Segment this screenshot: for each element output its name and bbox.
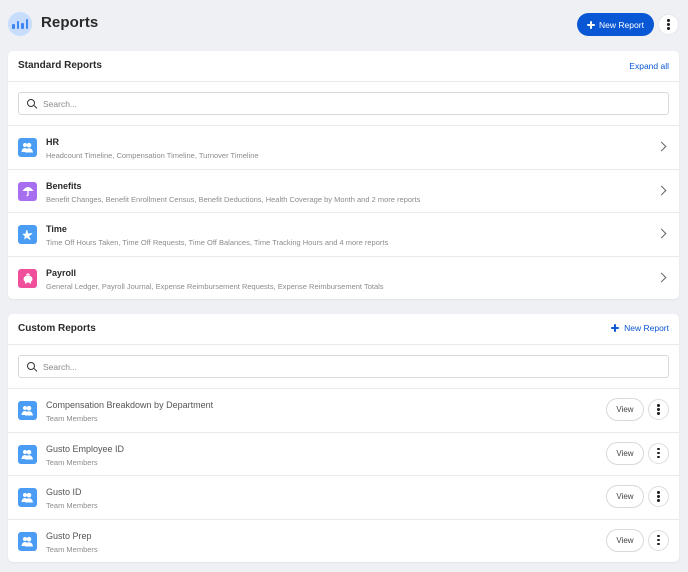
standard-search-box[interactable] (18, 92, 669, 115)
custom-reports-card: Custom Reports New Report Compensation B… (8, 314, 679, 562)
custom-search-input[interactable] (43, 361, 668, 372)
report-subtitle: Team Members (46, 457, 98, 467)
standard-reports-title: Standard Reports (18, 60, 102, 71)
report-subtitle: Time Off Hours Taken, Time Off Requests,… (46, 238, 389, 247)
piggy-bank-icon (18, 268, 37, 288)
report-title: Benefits (46, 180, 82, 191)
more-options-button[interactable] (658, 14, 679, 35)
custom-search-box[interactable] (18, 355, 669, 378)
standard-reports-header: Standard Reports Expand all (8, 51, 679, 82)
expand-all-link[interactable]: Expand all (629, 61, 669, 71)
standard-report-payroll[interactable]: Payroll General Ledger, Payroll Journal,… (8, 257, 679, 301)
chevron-right-icon (656, 185, 667, 195)
report-title: Payroll (46, 267, 77, 278)
people-icon (18, 488, 37, 507)
standard-report-benefits[interactable]: Benefits Benefit Changes, Benefit Enroll… (8, 170, 679, 213)
report-subtitle: Team Members (46, 544, 98, 554)
view-button[interactable]: View (606, 485, 644, 508)
custom-report-row[interactable]: Compensation Breakdown by Department Tea… (8, 389, 679, 433)
new-report-button[interactable]: New Report (577, 13, 654, 36)
row-more-button[interactable] (648, 486, 669, 507)
bar-chart-icon (8, 12, 32, 36)
report-subtitle: Benefit Changes, Benefit Enrollment Cens… (46, 194, 421, 204)
kebab-icon (657, 491, 660, 494)
people-icon (18, 531, 37, 551)
row-more-button[interactable] (648, 442, 669, 464)
report-title: Time (46, 224, 67, 234)
report-subtitle: General Ledger, Payroll Journal, Expense… (46, 281, 384, 291)
custom-search-section (8, 345, 679, 389)
custom-report-row[interactable]: Gusto Prep Team Members View (8, 520, 679, 564)
plus-icon (611, 324, 620, 332)
custom-report-row[interactable]: Gusto ID Team Members View (8, 476, 679, 520)
people-icon (18, 138, 37, 157)
kebab-icon (657, 534, 660, 538)
view-button[interactable]: View (606, 528, 644, 552)
standard-reports-card: Standard Reports Expand all HR Headcount… (8, 51, 679, 299)
chevron-right-icon (656, 141, 667, 152)
chevron-right-icon (656, 228, 667, 239)
kebab-icon (657, 447, 660, 451)
umbrella-icon (18, 181, 37, 201)
people-icon (18, 401, 37, 420)
custom-reports-title: Custom Reports (18, 323, 96, 334)
report-title: Gusto Prep (46, 530, 92, 541)
view-button[interactable]: View (606, 398, 644, 421)
airplane-icon (18, 225, 37, 244)
standard-report-time[interactable]: Time Time Off Hours Taken, Time Off Requ… (8, 213, 679, 257)
people-icon (18, 444, 37, 464)
custom-report-row[interactable]: Gusto Employee ID Team Members View (8, 433, 679, 476)
report-title: Compensation Breakdown by Department (46, 400, 214, 410)
custom-reports-header: Custom Reports New Report (8, 314, 679, 345)
standard-search-section (8, 82, 679, 126)
custom-new-report-label: New Report (624, 323, 669, 333)
report-subtitle: Team Members (46, 501, 98, 510)
search-icon (27, 361, 37, 372)
report-subtitle: Team Members (46, 414, 98, 423)
search-icon (27, 98, 37, 109)
report-title: HR (46, 137, 59, 147)
standard-search-input[interactable] (43, 98, 668, 109)
row-more-button[interactable] (648, 529, 669, 551)
report-subtitle: Headcount Timeline, Compensation Timelin… (46, 151, 259, 160)
kebab-icon (657, 404, 660, 407)
page-title: Reports (41, 14, 99, 31)
new-report-label: New Report (599, 19, 644, 30)
kebab-icon (667, 19, 670, 22)
report-title: Gusto ID (46, 487, 82, 497)
page-header: Reports New Report (0, 0, 688, 48)
report-title: Gusto Employee ID (46, 443, 125, 454)
chevron-right-icon (656, 272, 667, 282)
view-button[interactable]: View (606, 441, 644, 465)
row-more-button[interactable] (648, 399, 669, 420)
plus-icon (587, 20, 596, 29)
custom-new-report-link[interactable]: New Report (611, 323, 669, 333)
standard-report-hr[interactable]: HR Headcount Timeline, Compensation Time… (8, 126, 679, 170)
